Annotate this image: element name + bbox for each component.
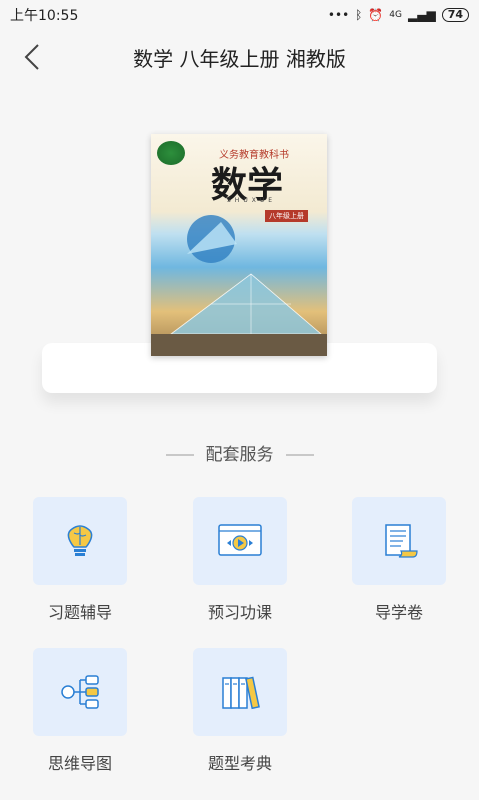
- service-tile[interactable]: [33, 497, 127, 585]
- header: 数学 八年级上册 湘教版: [0, 30, 479, 85]
- building-illustration: [187, 215, 237, 263]
- service-label: 预习功课: [207, 603, 272, 622]
- back-button[interactable]: [18, 42, 48, 72]
- books-icon: [222, 676, 260, 710]
- book-cover[interactable]: 义务教育教科书 数学 SHUXUE 八年级上册: [151, 134, 327, 356]
- service-label: 导学卷: [374, 603, 423, 622]
- mind-map-icon: [61, 675, 99, 709]
- more-dots-icon: •••: [327, 8, 350, 22]
- status-icons: ••• ᛒ ⏰ 4G ▂▄▆ 74: [328, 8, 469, 22]
- cover-pinyin: SHUXUE: [227, 197, 277, 204]
- section-title: 配套服务: [205, 445, 274, 465]
- service-label: 习题辅导: [47, 603, 112, 622]
- status-time: 上午10:55: [10, 8, 79, 24]
- bluetooth-icon: ᛒ: [355, 8, 363, 22]
- publisher-logo: [157, 141, 185, 165]
- service-study-guide[interactable]: 导学卷: [352, 497, 446, 623]
- service-label: 思维导图: [47, 754, 112, 773]
- service-question-types[interactable]: 题型考典: [193, 648, 287, 774]
- service-tile[interactable]: [193, 648, 287, 736]
- alarm-icon: ⏰: [368, 8, 384, 22]
- service-tile[interactable]: [33, 648, 127, 736]
- signal-icon: ▂▄▆: [408, 8, 436, 22]
- divider: [165, 454, 194, 456]
- service-preview-lesson[interactable]: 预习功课: [193, 497, 287, 623]
- service-label: 题型考典: [207, 754, 272, 773]
- status-bar: 上午10:55 ••• ᛒ ⏰ 4G ▂▄▆ 74: [0, 0, 479, 30]
- service-mind-map[interactable]: 思维导图: [33, 648, 127, 774]
- brain-bulb-icon: [67, 525, 93, 556]
- pyramid-illustration: [151, 273, 327, 356]
- service-tile[interactable]: [352, 497, 446, 585]
- service-exercise-help[interactable]: 习题辅导: [33, 497, 127, 623]
- service-tile[interactable]: [193, 497, 287, 585]
- network-label: 4G: [389, 10, 402, 20]
- cover-grade: 八年级上册: [265, 210, 308, 222]
- page-title: 数学 八年级上册 湘教版: [133, 47, 346, 71]
- battery-icon: 74: [441, 8, 469, 22]
- section-heading: 配套服务: [0, 440, 479, 465]
- video-player-icon: [218, 524, 262, 556]
- scroll-doc-icon: [385, 524, 418, 558]
- divider: [285, 454, 314, 456]
